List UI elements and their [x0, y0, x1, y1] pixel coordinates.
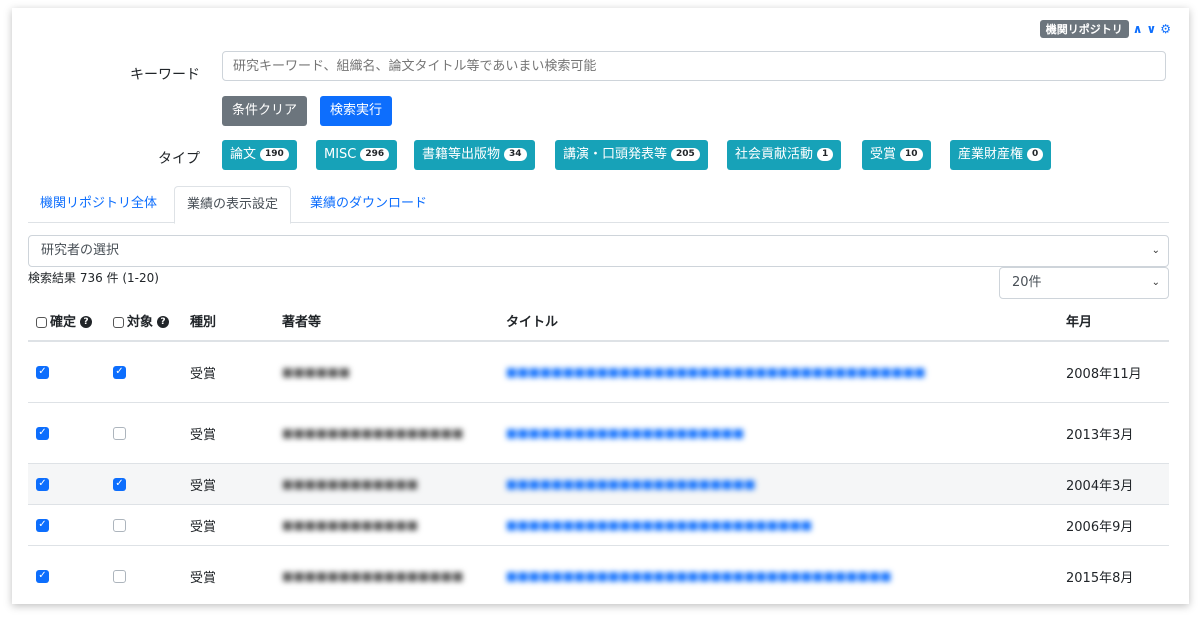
type-label: タイプ	[158, 151, 200, 167]
target-checkbox[interactable]: ✓	[113, 518, 126, 532]
table-row: ✓ ✓ 受賞 ■■■■■■■■■■■■■■■■ ■■■■■■■■■■■■■■■■…	[28, 545, 1169, 604]
title-link[interactable]: ■■■■■■■■■■■■■■■■■■■■■■■■■■■	[506, 518, 812, 532]
type-button-paper[interactable]: 論文 190	[222, 140, 297, 170]
count-badge: 10	[900, 148, 923, 161]
title-link[interactable]: ■■■■■■■■■■■■■■■■■■■■■	[506, 426, 744, 440]
title-link[interactable]: ■■■■■■■■■■■■■■■■■■■■■■	[506, 477, 755, 491]
type-label-text: 受賞	[870, 147, 897, 162]
target-checkbox[interactable]: ✓	[113, 365, 126, 379]
table-row: ✓ ✓ 受賞 ■■■■■■■■■■■■ ■■■■■■■■■■■■■■■■■■■■…	[28, 463, 1169, 505]
date-cell: 2013年3月	[1058, 402, 1169, 464]
type-button-social-contribution[interactable]: 社会貢献活動 1	[727, 140, 842, 170]
main-panel: 機関リポジトリ ∧ ∨ ⚙ キーワード 条件クリア 検索実行 タイプ 論文190…	[12, 8, 1189, 604]
authors-column-header: 著者等	[274, 300, 498, 342]
top-right-controls: 機関リポジトリ ∧ ∨ ⚙	[1039, 20, 1171, 38]
confirm-checkbox[interactable]: ✓	[36, 518, 49, 532]
target-column-header: 対象?	[105, 300, 182, 342]
date-cell: 2006年9月	[1058, 504, 1169, 546]
kind-cell: 受賞	[182, 504, 274, 546]
authors-cell: ■■■■■■■■■■■■■■■■	[282, 425, 464, 440]
tab-download[interactable]: 業績のダウンロード	[298, 186, 439, 222]
results-table: 確定? 対象? 種別 著者等 タイトル 年月 ✓ ✓ 受賞 ■■■■■■ ■■■…	[28, 300, 1169, 604]
type-label-text: 産業財産権	[958, 147, 1024, 162]
authors-cell: ■■■■■■	[282, 364, 351, 379]
date-cell: 2008年11月	[1058, 340, 1169, 403]
table-row: ✓ ✓ 受賞 ■■■■■■■■■■■■■■■■ ■■■■■■■■■■■■■■■■…	[28, 402, 1169, 464]
question-icon[interactable]: ?	[157, 316, 170, 328]
type-button-misc[interactable]: MISC 296	[316, 140, 398, 170]
date-cell: 2004年3月	[1058, 463, 1169, 505]
date-cell: 2015年8月	[1058, 545, 1169, 604]
table-row: ✓ ✓ 受賞 ■■■■■■■■■■■■ ■■■■■■■■■■■■■■■■■■■■…	[28, 504, 1169, 546]
type-button-books[interactable]: 書籍等出版物 34	[414, 140, 535, 170]
confirm-checkbox[interactable]: ✓	[36, 426, 49, 440]
target-checkbox[interactable]: ✓	[113, 569, 126, 583]
chevron-down-icon: ⌄	[1151, 245, 1160, 256]
kind-column-header: 種別	[182, 300, 274, 342]
count-badge: 1	[817, 148, 834, 161]
keyword-label: キーワード	[130, 67, 200, 83]
gear-icon[interactable]: ⚙	[1160, 22, 1171, 36]
result-summary: 検索結果 736 件 (1-20)	[28, 271, 159, 285]
table-header-row: 確定? 対象? 種別 著者等 タイトル 年月	[28, 300, 1169, 342]
confirm-header-label: 確定	[50, 314, 77, 330]
confirm-all-checkbox[interactable]	[36, 316, 47, 328]
count-badge: 34	[504, 148, 527, 161]
kind-cell: 受賞	[182, 402, 274, 464]
table-row: ✓ ✓ 受賞 ■■■■■■ ■■■■■■■■■■■■■■■■■■■■■■■■■■…	[28, 340, 1169, 403]
type-label-text: 社会貢献活動	[735, 147, 814, 162]
title-link[interactable]: ■■■■■■■■■■■■■■■■■■■■■■■■■■■■■■■■■■■■■	[506, 365, 926, 379]
type-label-text: MISC	[324, 147, 357, 162]
type-button-awards[interactable]: 受賞 10	[862, 140, 931, 170]
title-column-header: タイトル	[498, 300, 1058, 342]
search-button[interactable]: 検索実行	[320, 96, 393, 126]
confirm-column-header: 確定?	[28, 300, 105, 342]
date-column-header: 年月	[1058, 300, 1169, 342]
tab-display-settings[interactable]: 業績の表示設定	[174, 186, 292, 224]
count-badge: 296	[360, 148, 390, 161]
keyword-input[interactable]	[222, 51, 1166, 81]
confirm-checkbox[interactable]: ✓	[36, 569, 49, 583]
authors-cell: ■■■■■■■■■■■■■■■■	[282, 568, 464, 583]
target-checkbox[interactable]: ✓	[113, 426, 126, 440]
kind-cell: 受賞	[182, 463, 274, 505]
confirm-checkbox[interactable]: ✓	[36, 365, 49, 379]
type-label-text: 書籍等出版物	[422, 147, 501, 162]
researcher-select-value: 研究者の選択	[41, 243, 120, 258]
count-badge: 0	[1027, 148, 1044, 161]
question-icon[interactable]: ?	[80, 316, 93, 328]
target-all-checkbox[interactable]	[113, 316, 124, 328]
page-size-select[interactable]: 20件 ⌄	[999, 267, 1169, 299]
target-checkbox[interactable]: ✓	[113, 477, 126, 491]
confirm-checkbox[interactable]: ✓	[36, 477, 49, 491]
authors-cell: ■■■■■■■■■■■■	[282, 517, 419, 532]
kind-cell: 受賞	[182, 545, 274, 604]
count-badge: 190	[260, 148, 289, 161]
chevron-up-icon[interactable]: ∧	[1133, 22, 1143, 36]
authors-cell: ■■■■■■■■■■■■	[282, 476, 419, 491]
type-label-text: 講演・口頭発表等	[563, 147, 668, 162]
tab-bar: 機関リポジトリ全体 業績の表示設定 業績のダウンロード	[28, 186, 1169, 224]
title-link[interactable]: ■■■■■■■■■■■■■■■■■■■■■■■■■■■■■■■■■■	[506, 569, 892, 583]
researcher-select[interactable]: 研究者の選択 ⌄	[28, 235, 1169, 267]
count-badge: 205	[671, 148, 700, 161]
kind-cell: 受賞	[182, 340, 274, 403]
target-header-label: 対象	[127, 314, 154, 330]
type-label-text: 論文	[230, 147, 257, 162]
page-size-value: 20件	[1012, 275, 1042, 290]
type-button-ip[interactable]: 産業財産権 0	[950, 140, 1052, 170]
type-button-presentations[interactable]: 講演・口頭発表等 205	[555, 140, 708, 170]
chevron-down-icon: ⌄	[1151, 277, 1160, 288]
clear-conditions-button[interactable]: 条件クリア	[222, 96, 308, 126]
tab-repository-all[interactable]: 機関リポジトリ全体	[28, 186, 169, 222]
repository-badge[interactable]: 機関リポジトリ	[1039, 20, 1129, 38]
chevron-down-icon[interactable]: ∨	[1146, 22, 1156, 36]
